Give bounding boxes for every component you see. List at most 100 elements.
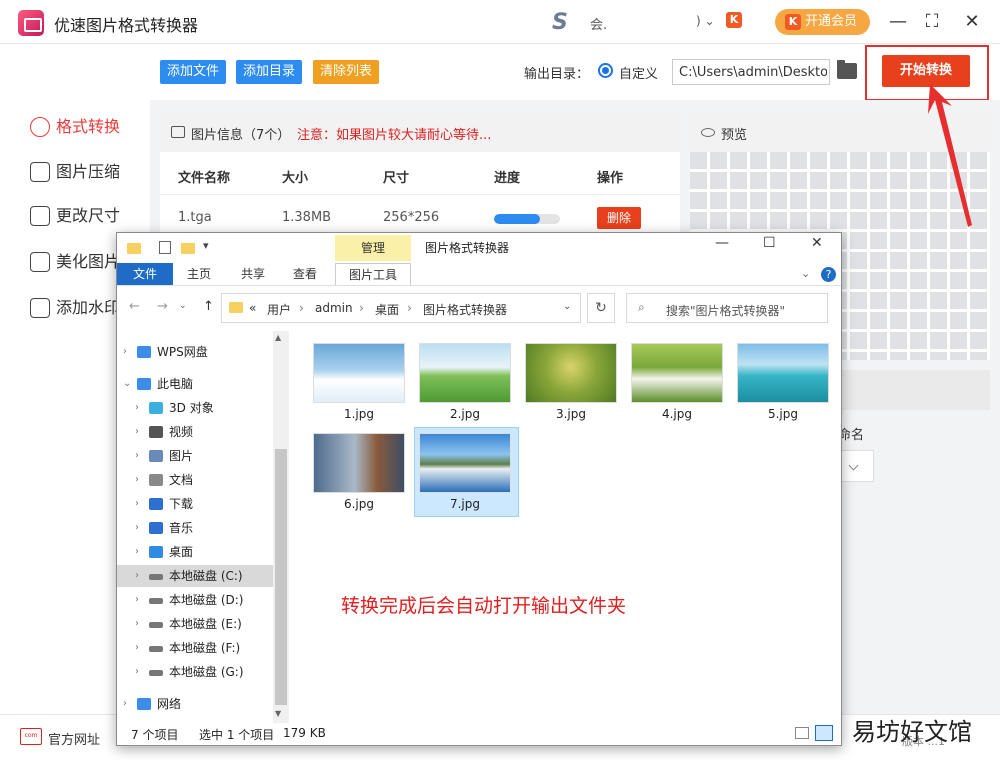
- explorer-minimize-icon[interactable]: —: [715, 235, 729, 251]
- quick-access-properties-icon[interactable]: [159, 241, 171, 254]
- tree-scrollbar-thumb[interactable]: [275, 449, 287, 705]
- tree-expand-chevron-icon[interactable]: ›: [135, 565, 139, 587]
- nav-item-resize[interactable]: 更改尺寸: [30, 204, 120, 228]
- nav-item-beautify[interactable]: 美化图片: [30, 250, 120, 274]
- large-icons-view-icon[interactable]: [815, 725, 833, 741]
- tree-item[interactable]: › 本地磁盘 (G:): [117, 661, 273, 683]
- back-arrow-icon[interactable]: ←: [129, 299, 140, 314]
- ribbon-tab-share[interactable]: 共享: [233, 263, 273, 285]
- explorer-close-icon[interactable]: ✕: [811, 235, 823, 251]
- tree-expand-chevron-icon[interactable]: ›: [135, 637, 139, 659]
- output-path-input[interactable]: [672, 59, 830, 85]
- up-arrow-icon[interactable]: ↑: [203, 299, 214, 314]
- ribbon-tab-file[interactable]: 文件: [117, 263, 173, 285]
- tree-expand-chevron-icon[interactable]: ›: [135, 493, 139, 515]
- ribbon-tab-view[interactable]: 查看: [285, 263, 325, 285]
- website-icon[interactable]: com: [20, 728, 42, 745]
- custom-output-radio[interactable]: [598, 63, 613, 78]
- close-icon[interactable]: ✕: [958, 8, 986, 36]
- explorer-maximize-icon[interactable]: ☐: [763, 235, 776, 251]
- file-name-label[interactable]: 2.jpg: [419, 407, 511, 421]
- tree-item[interactable]: › 下载: [117, 493, 273, 515]
- tree-expand-chevron-icon[interactable]: ›: [135, 517, 139, 539]
- open-vip-button[interactable]: K 开通会员: [775, 9, 870, 35]
- quick-access-folder-icon[interactable]: [127, 243, 141, 254]
- user-name[interactable]: 会.: [590, 14, 607, 33]
- file-thumbnail[interactable]: [313, 343, 405, 403]
- tree-item[interactable]: › 本地磁盘 (C:): [117, 565, 273, 587]
- tree-item[interactable]: › 图片: [117, 445, 273, 467]
- drive-icon: [149, 670, 163, 676]
- file-name-label[interactable]: 7.jpg: [419, 497, 511, 511]
- tree-expand-chevron-icon[interactable]: ›: [135, 541, 139, 563]
- tree-item[interactable]: ⌄ 此电脑: [117, 373, 273, 395]
- quick-access-new-folder-icon[interactable]: [181, 243, 195, 254]
- breadcrumb-current-folder[interactable]: 图片格式转换器: [423, 301, 507, 318]
- add-file-button[interactable]: 添加文件: [160, 60, 227, 84]
- ribbon-tab-picture-tools[interactable]: 图片工具: [335, 263, 411, 285]
- official-site-link[interactable]: 官方网址: [48, 729, 100, 748]
- breadcrumb-desktop[interactable]: 桌面: [375, 301, 399, 318]
- quick-access-dropdown-icon[interactable]: ▾: [203, 239, 209, 252]
- scroll-down-chevron-icon[interactable]: ▼: [275, 709, 281, 718]
- file-name-label[interactable]: 1.jpg: [313, 407, 405, 421]
- file-thumbnail[interactable]: [419, 433, 511, 493]
- breadcrumb-overflow[interactable]: «: [249, 301, 256, 315]
- file-name-label[interactable]: 4.jpg: [631, 407, 723, 421]
- tree-expand-chevron-icon[interactable]: ›: [135, 613, 139, 635]
- file-thumbnail[interactable]: [525, 343, 617, 403]
- refresh-icon[interactable]: ↻: [587, 293, 615, 323]
- file-thumbnail[interactable]: [419, 343, 511, 403]
- tree-expand-chevron-icon[interactable]: ›: [135, 589, 139, 611]
- tree-item[interactable]: › 3D 对象: [117, 397, 273, 419]
- tree-item[interactable]: › 本地磁盘 (D:): [117, 589, 273, 611]
- tree-expand-chevron-icon[interactable]: ›: [135, 421, 139, 443]
- nav-item-format-convert[interactable]: 格式转换: [30, 115, 120, 139]
- tree-item[interactable]: › 本地磁盘 (E:): [117, 613, 273, 635]
- tree-expand-chevron-icon[interactable]: ›: [135, 469, 139, 491]
- file-name-label[interactable]: 6.jpg: [313, 497, 405, 511]
- user-menu-chevron-icon[interactable]: ) ⌄: [696, 14, 715, 28]
- file-thumbnail[interactable]: [313, 433, 405, 493]
- tree-expand-chevron-icon[interactable]: ›: [123, 693, 127, 715]
- tree-item[interactable]: › 本地磁盘 (F:): [117, 637, 273, 659]
- browse-folder-icon[interactable]: [837, 60, 857, 79]
- tree-item[interactable]: › 文档: [117, 469, 273, 491]
- file-name-label[interactable]: 5.jpg: [737, 407, 829, 421]
- recent-locations-chevron-icon[interactable]: ⌄: [179, 301, 187, 311]
- tree-expand-chevron-icon[interactable]: ›: [123, 341, 127, 363]
- clear-list-button[interactable]: 清除列表: [313, 60, 380, 84]
- tree-collapse-chevron-icon[interactable]: ⌄: [123, 373, 131, 395]
- tree-expand-chevron-icon[interactable]: ›: [135, 397, 139, 419]
- tree-item[interactable]: › WPS网盘: [117, 341, 273, 363]
- ribbon-expand-chevron-icon[interactable]: ⌄: [801, 267, 810, 280]
- ribbon-tab-home[interactable]: 主页: [179, 263, 219, 285]
- delete-row-button[interactable]: 删除: [597, 207, 641, 229]
- details-view-icon[interactable]: [795, 727, 809, 739]
- scroll-up-chevron-icon[interactable]: ▲: [275, 333, 281, 342]
- file-name-label[interactable]: 3.jpg: [525, 407, 617, 421]
- custom-output-label[interactable]: 自定义: [619, 63, 658, 82]
- nav-item-compress[interactable]: 图片压缩: [30, 160, 120, 184]
- help-icon[interactable]: ?: [821, 267, 836, 282]
- forward-arrow-icon[interactable]: →: [157, 299, 168, 314]
- breadcrumb-users[interactable]: 用户: [267, 301, 291, 318]
- tree-item[interactable]: › 桌面: [117, 541, 273, 563]
- tree-item[interactable]: › 网络: [117, 693, 273, 715]
- manage-context-tab[interactable]: 管理: [335, 235, 411, 261]
- tree-expand-chevron-icon[interactable]: ›: [135, 661, 139, 683]
- file-thumbnail[interactable]: [631, 343, 723, 403]
- file-explorer-window[interactable]: ▾ 管理 图片格式转换器 — ☐ ✕ 文件 主页 共享 查看 图片工具 ⌄ ? …: [116, 232, 842, 746]
- tree-item[interactable]: › 音乐: [117, 517, 273, 539]
- user-avatar-icon[interactable]: S: [552, 11, 578, 35]
- tree-item[interactable]: › 视频: [117, 421, 273, 443]
- breadcrumb-admin[interactable]: admin: [315, 301, 353, 315]
- add-directory-button[interactable]: 添加目录: [236, 60, 303, 84]
- file-thumbnail[interactable]: [737, 343, 829, 403]
- rename-dropdown[interactable]: [838, 450, 874, 482]
- nav-item-watermark[interactable]: 添加水印: [30, 296, 120, 320]
- address-history-chevron-icon[interactable]: ⌄: [563, 301, 571, 312]
- tree-expand-chevron-icon[interactable]: ›: [135, 445, 139, 467]
- maximize-icon[interactable]: ⛶: [918, 8, 946, 36]
- minimize-icon[interactable]: —: [884, 8, 912, 36]
